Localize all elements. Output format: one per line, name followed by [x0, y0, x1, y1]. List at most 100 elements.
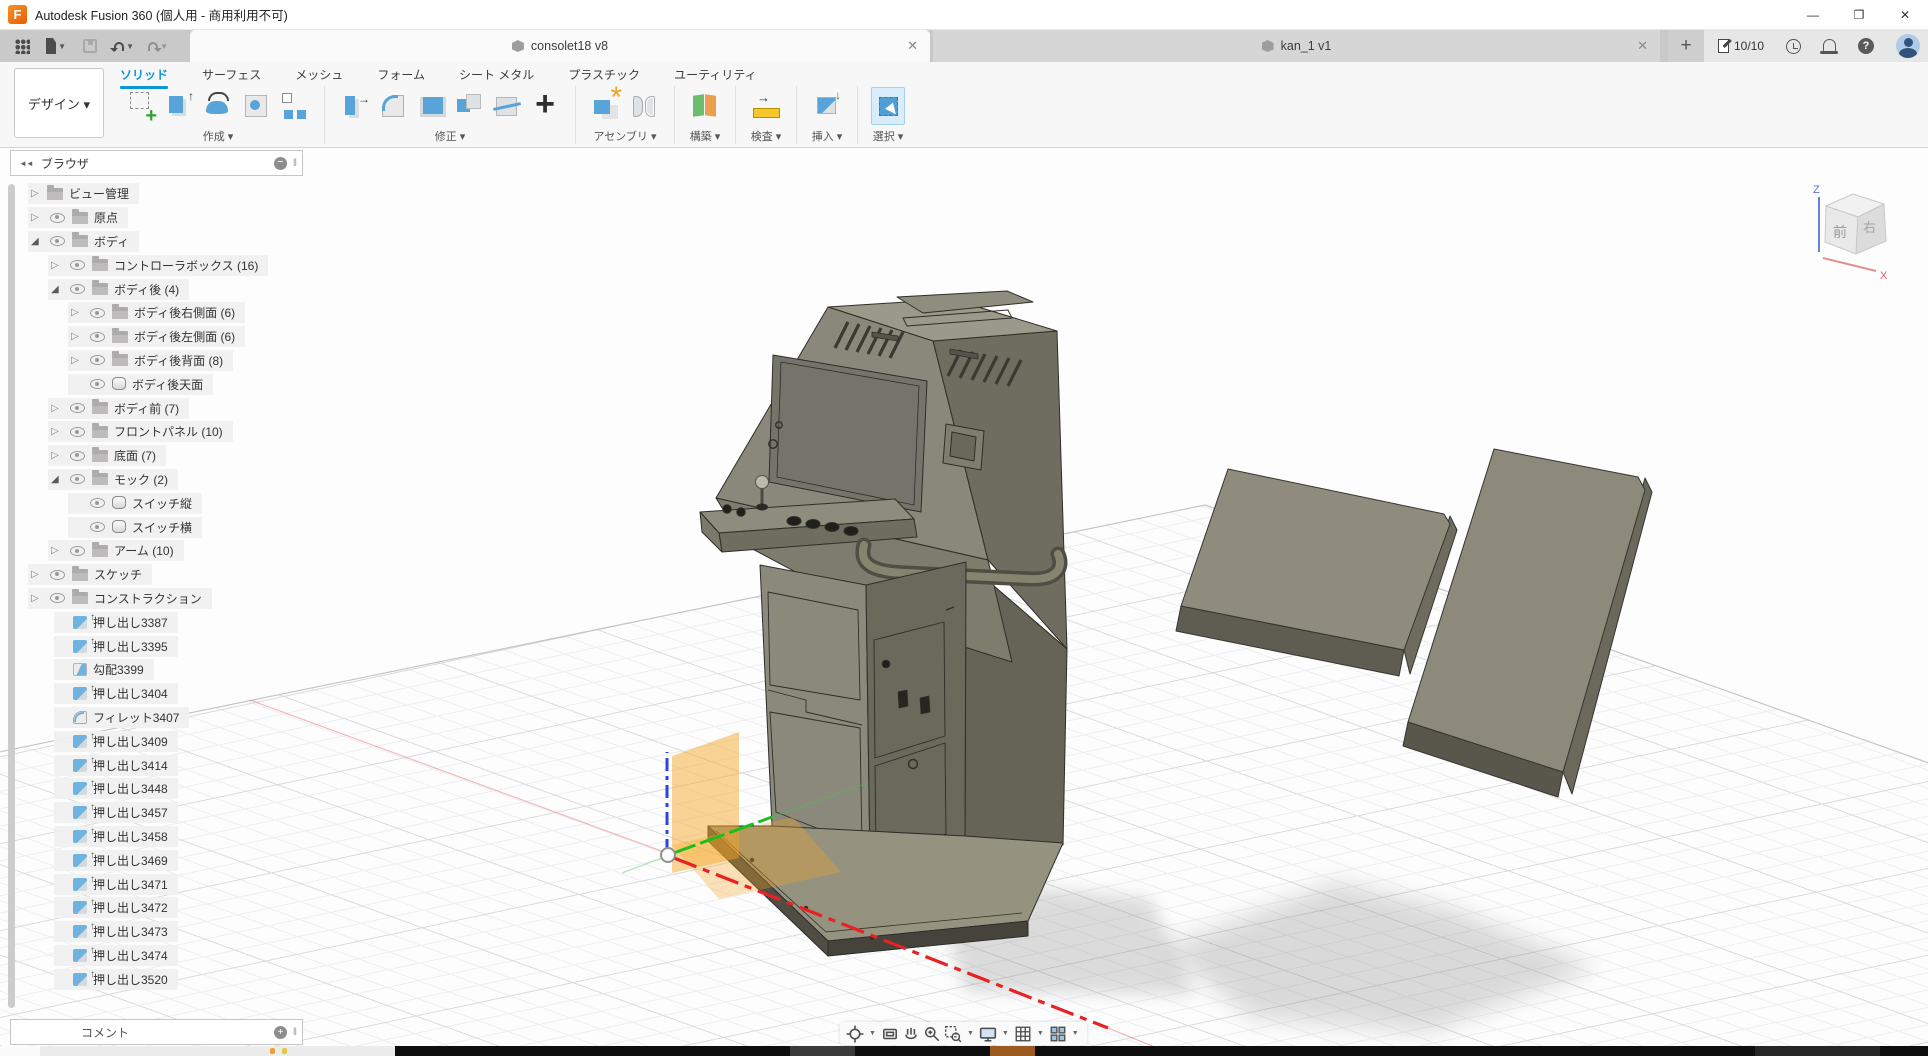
expand-arrow-icon[interactable]	[51, 260, 65, 271]
toolbar-tool-icon[interactable]	[749, 87, 783, 125]
tree-row[interactable]: ボディ	[22, 230, 442, 254]
tree-row[interactable]: コントローラボックス (16)	[22, 253, 442, 277]
tree-row[interactable]: 押し出し3472	[22, 896, 442, 920]
tree-row-content[interactable]: 押し出し3409	[54, 731, 178, 752]
toolbar-tool-icon[interactable]	[338, 87, 372, 125]
toolbar-group-label[interactable]: 作成 ▾	[203, 128, 234, 144]
panel-grip-icon[interactable]: ‖	[293, 1027, 298, 1038]
expand-arrow-icon[interactable]	[51, 450, 65, 461]
tree-row-content[interactable]: スイッチ縦	[68, 493, 202, 514]
tree-row[interactable]: 押し出し3414	[22, 753, 442, 777]
tree-row[interactable]: アーム (10)	[22, 539, 442, 563]
expand-arrow-icon[interactable]	[31, 212, 45, 223]
visibility-eye-icon[interactable]	[70, 474, 85, 484]
tree-row-content[interactable]: 押し出し3414	[54, 755, 178, 776]
tree-row[interactable]: ボディ後右側面 (6)	[22, 301, 442, 325]
tree-row[interactable]: 原点	[22, 206, 442, 230]
history-clock-icon[interactable]	[1786, 39, 1801, 54]
look-at-icon[interactable]	[881, 1025, 899, 1043]
tree-row-content[interactable]: ボディ後背面 (8)	[68, 350, 233, 371]
tree-row-content[interactable]: 勾配3399	[54, 659, 154, 680]
tree-row[interactable]: 押し出し3457	[22, 801, 442, 825]
orbit-icon[interactable]	[846, 1025, 864, 1043]
toolbar-tool-icon[interactable]	[452, 87, 486, 125]
tree-row[interactable]: コンストラクション	[22, 587, 442, 611]
expand-arrow-icon[interactable]	[31, 593, 45, 604]
workspace-tab-label[interactable]: メッシュ	[295, 68, 343, 82]
workspace-tab-label[interactable]: プラスチック	[568, 68, 640, 82]
redo-icon[interactable]: ▼	[148, 36, 168, 56]
toolbar-group-label[interactable]: 選択 ▾	[873, 128, 904, 144]
tree-row-content[interactable]: コントローラボックス (16)	[48, 255, 268, 276]
tree-row[interactable]: 押し出し3409	[22, 729, 442, 753]
viewport-nav-bar[interactable]: ▼ ▼ ▼ ▼ ▼	[840, 1022, 1087, 1045]
tree-row-content[interactable]: 押し出し3474	[54, 945, 178, 966]
tree-row-content[interactable]: 原点	[28, 207, 128, 228]
visibility-eye-icon[interactable]	[70, 546, 85, 556]
tree-row-content[interactable]: 押し出し3404	[54, 683, 178, 704]
visibility-eye-icon[interactable]	[50, 236, 65, 246]
display-dropdown-caret[interactable]: ▼	[1002, 1030, 1009, 1037]
tree-row[interactable]: 押し出し3520	[22, 967, 442, 991]
comment-bar[interactable]: コメント + ‖	[10, 1019, 303, 1045]
expand-arrow-icon[interactable]	[51, 284, 65, 295]
tree-row-content[interactable]: ボディ前 (7)	[48, 398, 189, 419]
toolbar-tool-icon[interactable]	[376, 87, 410, 125]
toolbar-tool-icon[interactable]	[414, 87, 448, 125]
tree-row-content[interactable]: 押し出し3395	[54, 636, 178, 657]
document-tab-inactive[interactable]: kan_1 v1 ✕	[933, 30, 1660, 62]
tree-row[interactable]: ボディ後天面	[22, 372, 442, 396]
tree-row[interactable]: ボディ後左側面 (6)	[22, 325, 442, 349]
visibility-eye-icon[interactable]	[90, 308, 105, 318]
tree-row[interactable]: 押し出し3471	[22, 872, 442, 896]
undo-icon[interactable]: ▼	[114, 36, 134, 56]
visibility-eye-icon[interactable]	[70, 427, 85, 437]
tree-row[interactable]: ボディ後背面 (8)	[22, 349, 442, 373]
toolbar-tool-icon[interactable]	[490, 87, 524, 125]
toolbar-tool-icon[interactable]	[239, 87, 273, 125]
expand-arrow-icon[interactable]	[51, 474, 65, 485]
tree-row-content[interactable]: 押し出し3448	[54, 778, 178, 799]
tree-row[interactable]: 押し出し3448	[22, 777, 442, 801]
tree-row-content[interactable]: ボディ	[28, 231, 139, 252]
toolbar-group-label[interactable]: 検査 ▾	[751, 128, 782, 144]
workspace-switcher[interactable]: デザイン ▾	[14, 68, 104, 138]
toolbar-tool-icon[interactable]	[125, 87, 159, 125]
toolbar-group-label[interactable]: 構築 ▾	[690, 128, 721, 144]
tree-row-content[interactable]: ボディ後右側面 (6)	[68, 302, 245, 323]
toolbar-tool-icon[interactable]	[163, 87, 197, 125]
toolbar-tool-icon[interactable]	[871, 87, 905, 125]
toolbar-group-label[interactable]: 挿入 ▾	[812, 128, 843, 144]
tree-row-content[interactable]: アーム (10)	[48, 540, 184, 561]
tree-row[interactable]: ボディ後 (4)	[22, 277, 442, 301]
workspace-tab-label[interactable]: フォーム	[377, 68, 425, 82]
workspace-tab-label[interactable]: シート メタル	[459, 68, 534, 82]
grid-settings-icon[interactable]	[1014, 1025, 1032, 1043]
visibility-eye-icon[interactable]	[50, 570, 65, 580]
tree-row-content[interactable]: コンストラクション	[28, 588, 212, 609]
tree-row[interactable]: ビュー管理	[22, 182, 442, 206]
visibility-eye-icon[interactable]	[70, 260, 85, 270]
pan-icon[interactable]	[902, 1025, 920, 1043]
expand-arrow-icon[interactable]	[51, 545, 65, 556]
tree-row-content[interactable]: フロントパネル (10)	[48, 421, 233, 442]
tree-row[interactable]: 勾配3399	[22, 658, 442, 682]
grid-dropdown-caret[interactable]: ▼	[1037, 1030, 1044, 1037]
save-icon[interactable]	[80, 36, 100, 56]
orbit-dropdown-caret[interactable]: ▼	[869, 1030, 876, 1037]
new-tab-button[interactable]: +	[1668, 30, 1704, 62]
tree-row[interactable]: 押し出し3395	[22, 634, 442, 658]
collapse-panel-icon[interactable]: ◄◄	[19, 159, 33, 168]
expand-arrow-icon[interactable]	[51, 426, 65, 437]
toolbar-tool-icon[interactable]	[627, 87, 661, 125]
toolbar-tool-icon[interactable]	[528, 87, 562, 125]
document-tab-active[interactable]: consolet18 v8 ✕	[190, 30, 930, 62]
toolbar-group-label[interactable]: アセンブリ ▾	[593, 128, 656, 144]
tab-close-icon[interactable]: ✕	[1637, 38, 1648, 54]
help-icon[interactable]: ?	[1858, 38, 1874, 54]
visibility-eye-icon[interactable]	[90, 332, 105, 342]
tree-row[interactable]: 押し出し3458	[22, 825, 442, 849]
tab-close-icon[interactable]: ✕	[907, 38, 918, 54]
fit-dropdown-caret[interactable]: ▼	[967, 1030, 974, 1037]
visibility-eye-icon[interactable]	[90, 379, 105, 389]
